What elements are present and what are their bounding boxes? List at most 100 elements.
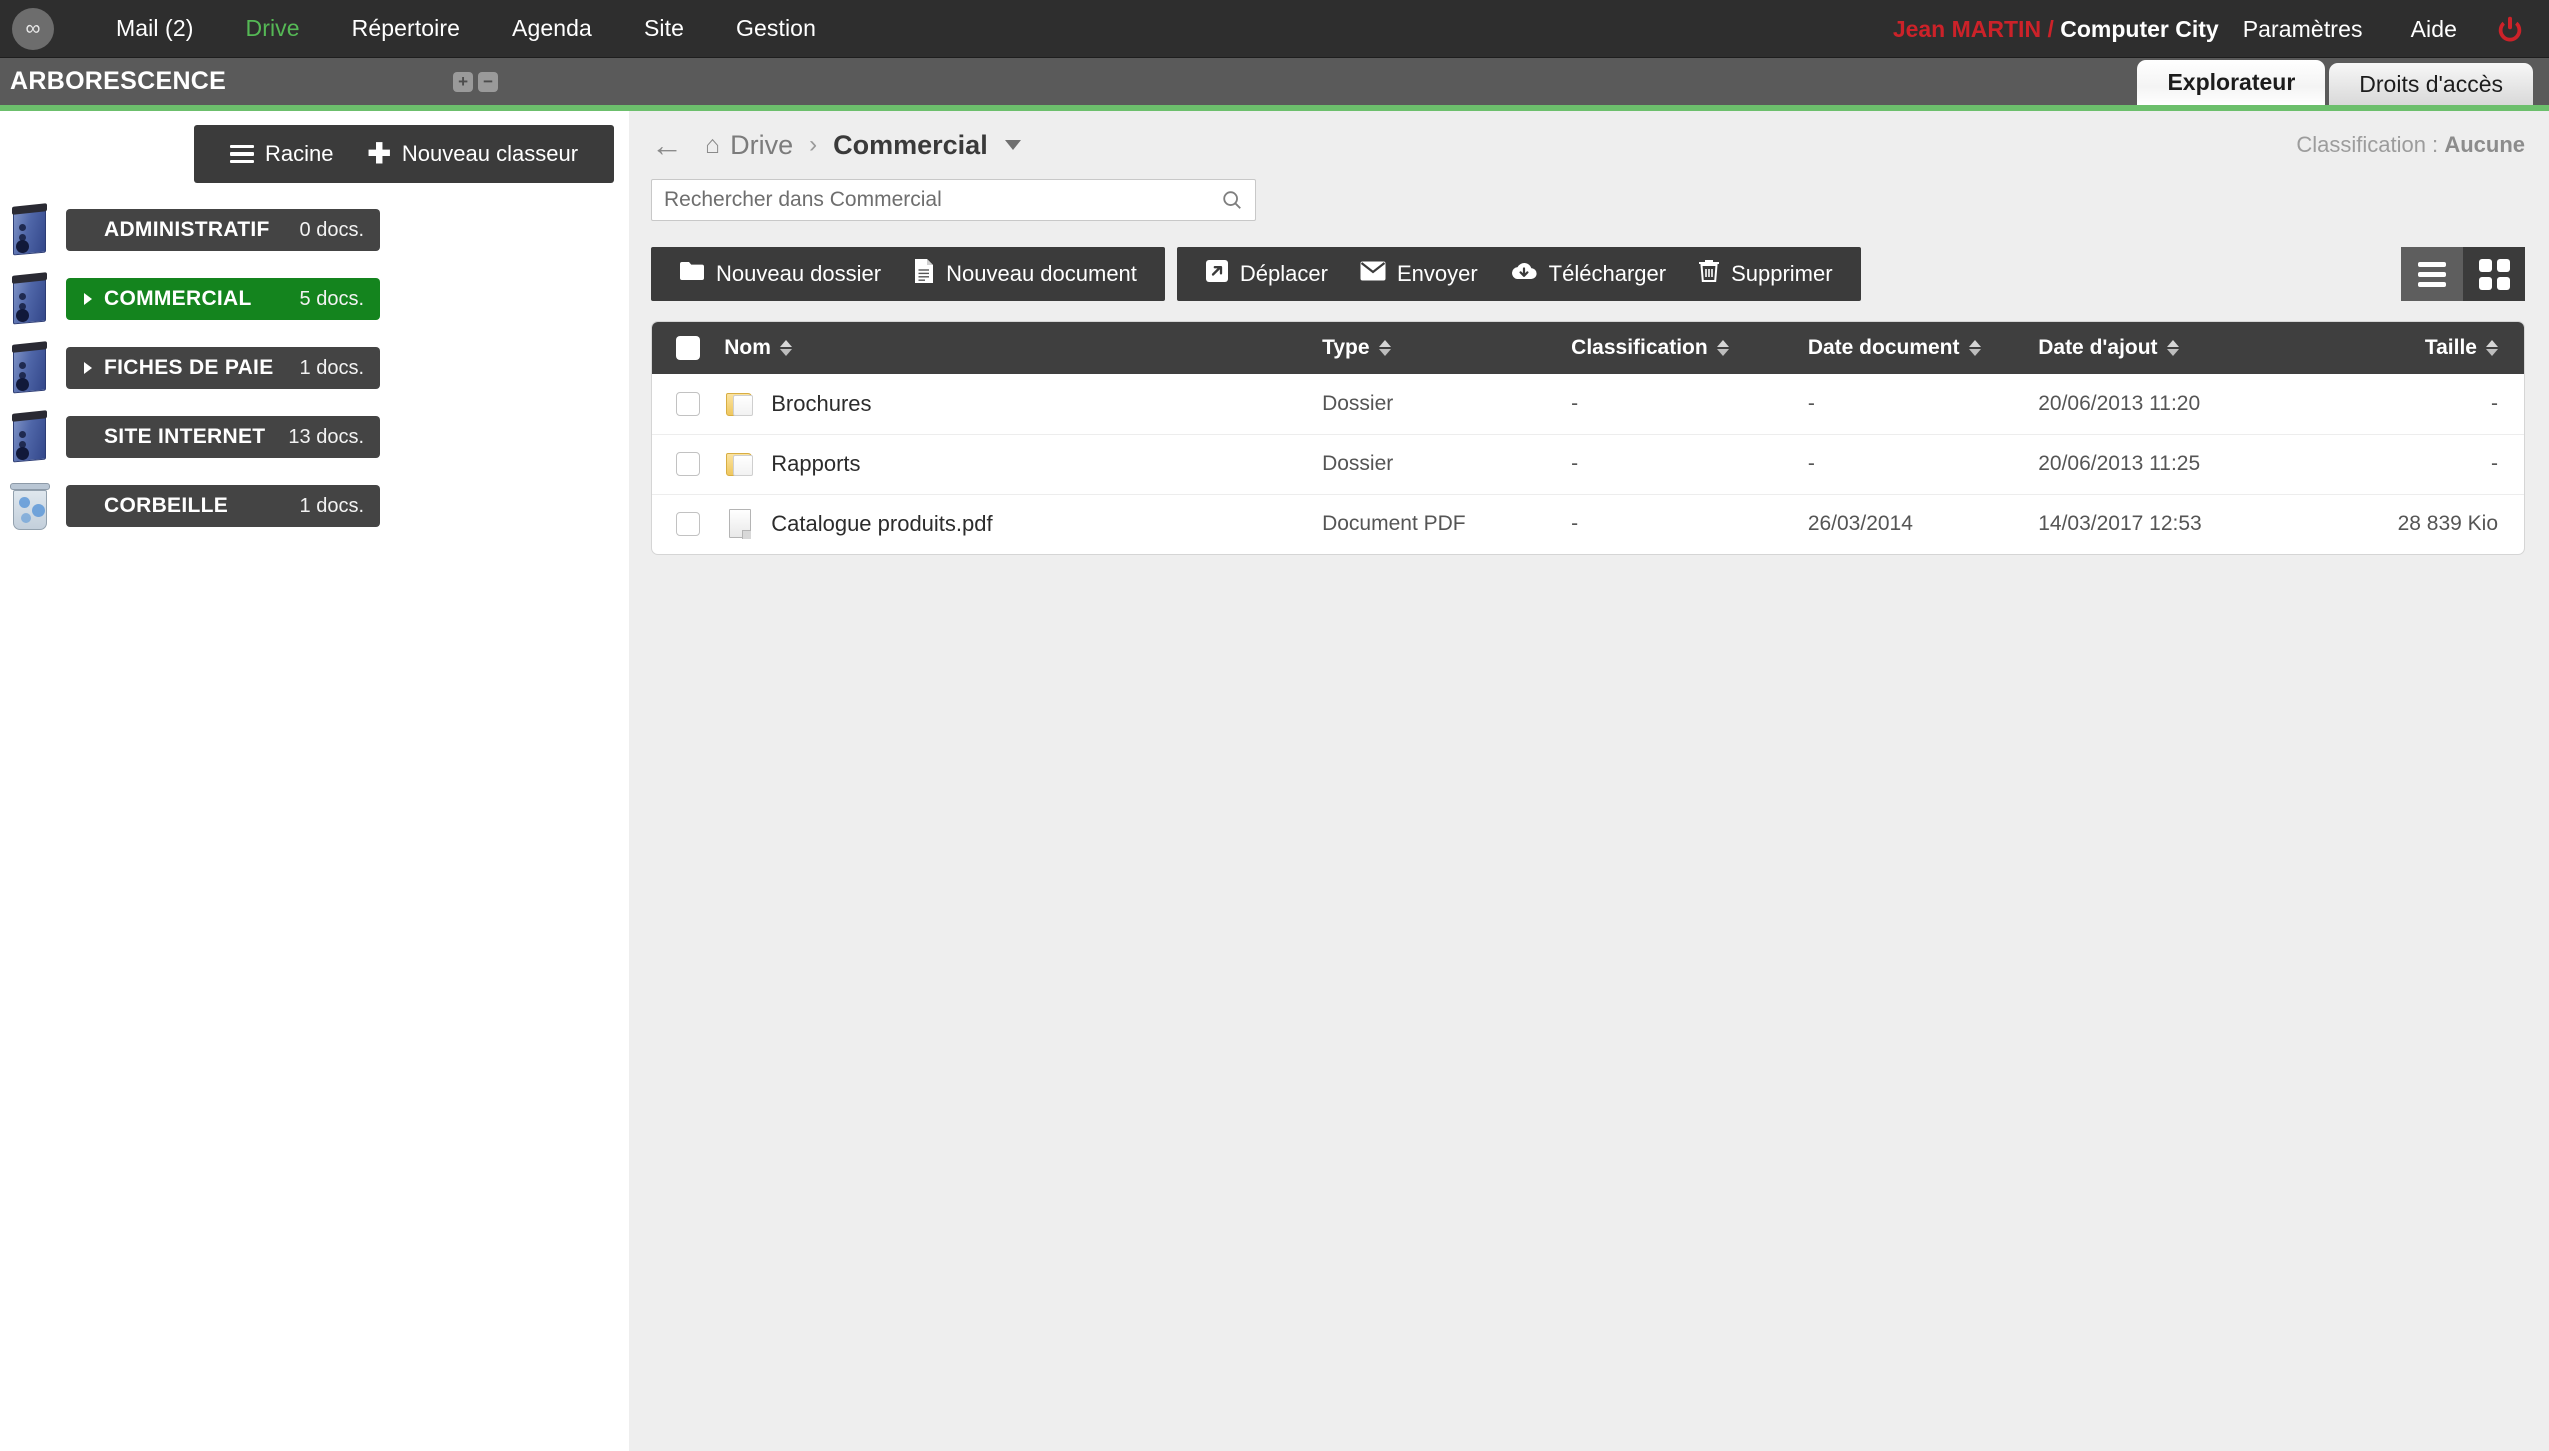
table-row[interactable]: Brochures Dossier - - 20/06/2013 11:20 -: [652, 374, 2524, 434]
nav-item-agenda[interactable]: Agenda: [486, 15, 618, 42]
column-header-nom[interactable]: Nom: [724, 322, 1323, 374]
breadcrumb-root[interactable]: Drive: [730, 130, 793, 161]
chevron-down-icon[interactable]: [1004, 140, 1021, 150]
user-organization: Computer City: [2060, 15, 2219, 42]
sort-icon[interactable]: [2486, 340, 2498, 356]
tree-item-fiches-de-paie-pill[interactable]: FICHES DE PAIE 1 docs.: [66, 347, 380, 389]
row-select-cell: [652, 493, 725, 554]
infinity-logo-icon[interactable]: ∞: [12, 7, 54, 50]
row-name-cell[interactable]: Rapports: [724, 433, 1323, 494]
tree-item-label: FICHES DE PAIE: [104, 356, 274, 379]
column-header-nom-label: Nom: [724, 336, 771, 359]
collapse-all-icon[interactable]: −: [478, 71, 499, 92]
tree-item-fiches-de-paie: FICHES DE PAIE 1 docs.: [0, 337, 629, 399]
tree-item-count: 13 docs.: [288, 425, 364, 448]
nouveau-document-button[interactable]: Nouveau document: [897, 247, 1153, 301]
chevron-right-icon[interactable]: [84, 362, 92, 374]
back-arrow-icon[interactable]: ←: [651, 129, 683, 161]
folder-icon: [726, 451, 754, 477]
row-classification-cell: -: [1571, 391, 1579, 415]
action-toolbar: Nouveau dossier Nouveau document Déplace…: [651, 247, 2549, 301]
pdf-document-icon: [726, 509, 754, 540]
row-classification-cell: -: [1571, 433, 1808, 494]
sort-icon[interactable]: [1378, 340, 1391, 356]
tree-item-count: 0 docs.: [299, 218, 364, 241]
deplacer-button[interactable]: Déplacer: [1189, 247, 1344, 301]
tree-item-site-internet-pill[interactable]: SITE INTERNET 13 docs.: [66, 416, 380, 458]
tree-item-label: CORBEILLE: [104, 494, 229, 517]
tab-explorateur[interactable]: Explorateur: [2137, 60, 2326, 105]
row-name-cell[interactable]: Catalogue produits.pdf: [724, 493, 1323, 554]
main-layout: Racine ✚ Nouveau classeur ADMINISTRATIF …: [0, 111, 2549, 1451]
column-header-taille[interactable]: Taille: [2299, 322, 2524, 374]
sort-icon[interactable]: [1968, 340, 1981, 356]
row-name-cell[interactable]: Brochures: [724, 374, 1322, 434]
sort-icon[interactable]: [779, 340, 792, 356]
select-all-header: [652, 322, 725, 374]
nav-item-gestion[interactable]: Gestion: [710, 15, 842, 42]
racine-button[interactable]: Racine: [229, 141, 334, 167]
operations-button-group: Déplacer Envoyer Télécharger Supprimer: [1176, 247, 1861, 301]
row-taille-cell: -: [2491, 391, 2498, 415]
hamburger-icon: [229, 144, 254, 164]
top-navigation-bar: ∞ Mail (2) Drive Répertoire Agenda Site …: [0, 0, 2549, 58]
nav-item-parametres[interactable]: Paramètres: [2219, 16, 2387, 43]
tree-item-administratif: ADMINISTRATIF 0 docs.: [0, 199, 629, 261]
top-nav-right: Jean MARTIN / Computer City Paramètres A…: [1893, 0, 2549, 58]
arborescence-bar: ARBORESCENCE + − Explorateur Droits d'ac…: [0, 58, 2549, 105]
row-taille-cell: 28 839 Kio: [2299, 493, 2524, 554]
tree-item-corbeille-pill[interactable]: CORBEILLE 1 docs.: [66, 485, 380, 527]
envoyer-label: Envoyer: [1396, 261, 1478, 286]
row-checkbox[interactable]: [676, 452, 701, 477]
select-all-checkbox[interactable]: [676, 336, 701, 360]
home-icon[interactable]: ⌂: [705, 132, 720, 158]
table-row[interactable]: Catalogue produits.pdf Document PDF - 26…: [652, 493, 2524, 554]
trash-icon: [1698, 259, 1720, 289]
racine-label: Racine: [264, 141, 334, 166]
nav-item-drive[interactable]: Drive: [219, 15, 325, 42]
classification-label: Classification :: [2296, 132, 2439, 157]
row-checkbox[interactable]: [676, 391, 701, 416]
binder-icon: [2, 341, 58, 394]
tree-item-commercial-pill[interactable]: COMMERCIAL 5 docs.: [66, 278, 380, 320]
breadcrumb: ← ⌂ Drive › Commercial Classification : …: [629, 111, 2549, 179]
nav-item-mail[interactable]: Mail (2): [90, 15, 219, 42]
document-icon: [913, 258, 935, 290]
column-header-date-ajout[interactable]: Date d'ajout: [2038, 322, 2300, 374]
row-type-cell: Dossier: [1322, 391, 1394, 415]
envelope-icon: [1360, 261, 1386, 287]
tree-item-administratif-pill[interactable]: ADMINISTRATIF 0 docs.: [66, 209, 380, 251]
sort-icon[interactable]: [2166, 340, 2179, 356]
nav-item-aide[interactable]: Aide: [2387, 16, 2481, 43]
supprimer-button[interactable]: Supprimer: [1682, 247, 1848, 301]
grid-view-icon[interactable]: [2463, 247, 2525, 301]
tab-droits-acces[interactable]: Droits d'accès: [2329, 63, 2533, 105]
nav-item-repertoire[interactable]: Répertoire: [326, 15, 486, 42]
search-area: [629, 179, 2549, 221]
envoyer-button[interactable]: Envoyer: [1344, 247, 1494, 301]
row-checkbox[interactable]: [676, 512, 701, 537]
breadcrumb-current: Commercial: [833, 129, 988, 160]
nouveau-classeur-button[interactable]: ✚ Nouveau classeur: [367, 140, 578, 168]
column-header-type[interactable]: Type: [1322, 322, 1572, 374]
sort-icon[interactable]: [1716, 340, 1729, 356]
search-box[interactable]: [651, 179, 1256, 221]
list-view-icon[interactable]: [2401, 247, 2463, 301]
table-row[interactable]: Rapports Dossier - - 20/06/2013 11:25 -: [652, 433, 2524, 494]
power-icon[interactable]: [2495, 14, 2525, 44]
nouveau-dossier-button[interactable]: Nouveau dossier: [663, 247, 897, 301]
search-icon[interactable]: [1221, 189, 1243, 211]
nav-item-site[interactable]: Site: [618, 15, 710, 42]
column-header-date-document[interactable]: Date document: [1807, 322, 2039, 374]
binder-icon: [2, 410, 58, 463]
chevron-right-icon[interactable]: [84, 293, 92, 305]
expand-all-icon[interactable]: +: [453, 71, 474, 92]
nouveau-dossier-label: Nouveau dossier: [716, 261, 882, 286]
row-date-document-cell: 26/03/2014: [1807, 493, 2039, 554]
telecharger-button[interactable]: Télécharger: [1494, 247, 1682, 301]
row-type-cell: Document PDF: [1322, 493, 1572, 554]
user-account-block[interactable]: Jean MARTIN / Computer City: [1893, 16, 2219, 43]
tree-item-label: ADMINISTRATIF: [104, 218, 270, 241]
search-input[interactable]: [664, 188, 1221, 212]
column-header-classification[interactable]: Classification: [1571, 322, 1808, 374]
